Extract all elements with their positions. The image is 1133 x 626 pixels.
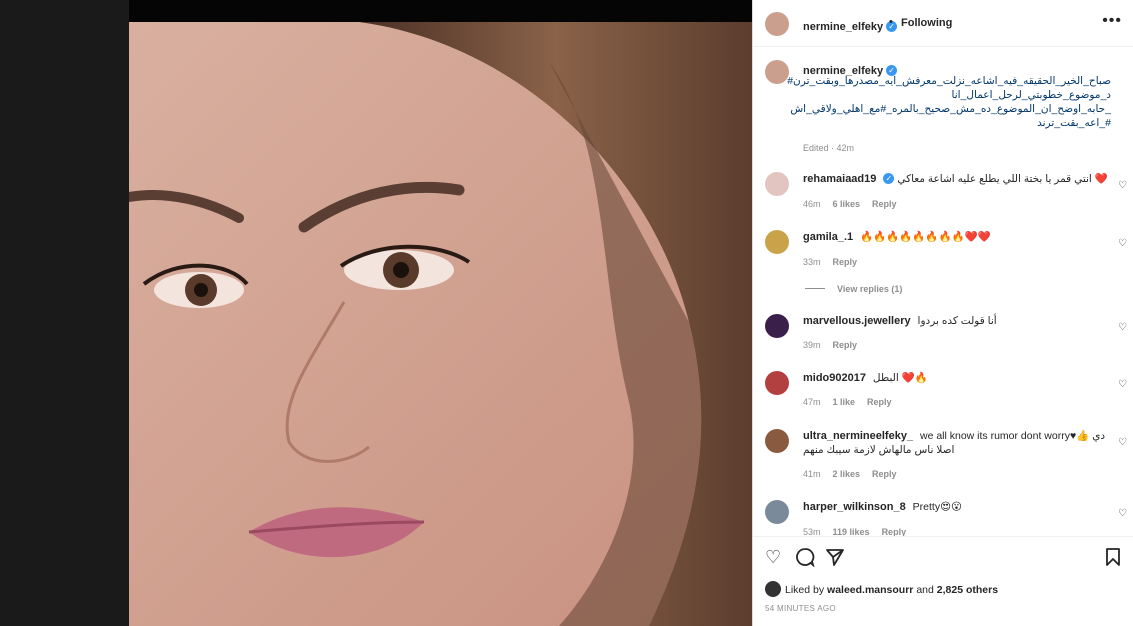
- comment-time: 39m: [803, 340, 821, 350]
- commenter-avatar[interactable]: [765, 230, 789, 254]
- comment-body: marvellous.jewellery أنا قولت كده بردوا: [803, 314, 1108, 328]
- comment-time: 41m: [803, 469, 821, 479]
- author-username-link[interactable]: nermine_elfeky ✓: [803, 17, 898, 35]
- comment-meta: 53m 119 likes Reply: [803, 527, 918, 536]
- comment-likes[interactable]: 6 likes: [833, 199, 861, 209]
- post-image[interactable]: [129, 22, 752, 626]
- comment-body: rehamaiaad19 ✓ انتي قمر يا بختة اللي يطلع…: [803, 172, 1108, 186]
- following-button[interactable]: Following: [901, 17, 952, 29]
- comment-meta: 47m 1 like Reply: [803, 397, 904, 407]
- commenter-avatar[interactable]: [765, 172, 789, 196]
- backdrop: [0, 0, 129, 626]
- comment-row: marvellous.jewellery أنا قولت كده بردوا …: [753, 314, 1133, 370]
- comment-text: البطل ❤️🔥: [872, 372, 928, 384]
- author-username[interactable]: nermine_elfeky: [803, 21, 883, 33]
- comment-time: 47m: [803, 397, 821, 407]
- comment-meta: 41m 2 likes Reply: [803, 469, 909, 479]
- view-replies-label[interactable]: View replies (1): [837, 284, 902, 294]
- post-header: nermine_elfeky ✓ • Following •••: [753, 0, 1133, 47]
- comment-time: 33m: [803, 257, 821, 267]
- comment-icon[interactable]: [795, 547, 815, 572]
- commenter-username[interactable]: marvellous.jewellery: [803, 315, 911, 327]
- heart-icon[interactable]: ♡: [765, 547, 781, 568]
- comment-body: mido902017 البطل ❤️🔥: [803, 371, 1108, 385]
- action-bar: ♡: [753, 536, 1133, 576]
- comment-like-heart-icon[interactable]: ♡: [1118, 508, 1127, 519]
- comment-body: ultra_nermineelfeky_ we all know its rum…: [803, 429, 1108, 457]
- commenter-username[interactable]: ultra_nermineelfeky_: [803, 430, 913, 442]
- more-options-icon[interactable]: •••: [1102, 12, 1122, 30]
- comment-row: gamila_.1 🔥🔥🔥🔥🔥🔥🔥🔥❤️❤️ 33m Reply ♡: [753, 230, 1133, 286]
- commenter-avatar[interactable]: [765, 314, 789, 338]
- reply-button[interactable]: Reply: [833, 340, 858, 350]
- commenter-username[interactable]: harper_wilkinson_8: [803, 501, 906, 513]
- comment-text: 🔥🔥🔥🔥🔥🔥🔥🔥❤️❤️: [860, 231, 991, 243]
- comment-body: harper_wilkinson_8 Pretty😍😮: [803, 500, 1108, 514]
- commenter-username[interactable]: gamila_.1: [803, 231, 853, 243]
- likes-others-link[interactable]: 2,825 others: [937, 584, 998, 596]
- comment-row: mido902017 البطل ❤️🔥 47m 1 like Reply ♡: [753, 371, 1133, 427]
- view-replies-button[interactable]: View replies (1): [805, 284, 902, 294]
- comment-time: 53m: [803, 527, 821, 536]
- comment-meta: 39m Reply: [803, 340, 869, 350]
- comment-like-heart-icon[interactable]: ♡: [1118, 379, 1127, 390]
- comment-like-heart-icon[interactable]: ♡: [1118, 322, 1127, 333]
- comment-likes[interactable]: 1 like: [833, 397, 856, 407]
- caption-meta: Edited · 42m: [803, 143, 855, 153]
- comment-meta: 46m 6 likes Reply: [803, 199, 909, 209]
- comment-body: gamila_.1 🔥🔥🔥🔥🔥🔥🔥🔥❤️❤️: [803, 230, 1108, 244]
- comment-likes[interactable]: 2 likes: [833, 469, 861, 479]
- post-side-panel: nermine_elfeky ✓ • Following ••• nermine_…: [752, 0, 1133, 626]
- post-viewer: nermine_elfeky ✓ • Following ••• nermine_…: [0, 0, 1133, 626]
- commenter-username[interactable]: mido902017: [803, 372, 866, 384]
- commenter-avatar[interactable]: [765, 429, 789, 453]
- reply-button[interactable]: Reply: [872, 199, 897, 209]
- caption-text: صباح_الخير_الحقيقه_فيه_اشاعه_نزلت_معرفش_…: [787, 75, 1111, 129]
- comment-row: ultra_nermineelfeky_ we all know its rum…: [753, 429, 1133, 485]
- liker-username[interactable]: waleed.mansourr: [827, 584, 913, 596]
- comment-like-heart-icon[interactable]: ♡: [1118, 238, 1127, 249]
- reply-button[interactable]: Reply: [833, 257, 858, 267]
- liker-avatar[interactable]: [765, 581, 781, 597]
- comment-text: Pretty😍😮: [912, 501, 962, 513]
- likes-summary: Liked by waleed.mansourr and 2,825 other…: [765, 581, 998, 597]
- paper-plane-icon[interactable]: [825, 547, 845, 572]
- verified-badge-icon: ✓: [883, 173, 895, 184]
- comment-row: rehamaiaad19 ✓ انتي قمر يا بختة اللي يطلع…: [753, 172, 1133, 228]
- commenter-username[interactable]: rehamaiaad19: [803, 173, 876, 185]
- comment-text: انتي قمر يا بختة اللي يطلع عليه اشاعة مع…: [897, 173, 1108, 185]
- likes-prefix: Liked by: [785, 584, 825, 596]
- post-timestamp: 54 MINUTES AGO: [765, 604, 836, 613]
- comment-time: 46m: [803, 199, 821, 209]
- reply-button[interactable]: Reply: [867, 397, 892, 407]
- caption-avatar[interactable]: [765, 60, 789, 84]
- comment-text: أنا قولت كده بردوا: [917, 315, 997, 327]
- comment-row: harper_wilkinson_8 Pretty😍😮 53m 119 likes…: [753, 500, 1133, 536]
- likes-middle: and: [916, 584, 934, 596]
- reply-button[interactable]: Reply: [882, 527, 907, 536]
- commenter-avatar[interactable]: [765, 500, 789, 524]
- author-avatar[interactable]: [765, 12, 789, 36]
- reply-button[interactable]: Reply: [872, 469, 897, 479]
- commenter-avatar[interactable]: [765, 371, 789, 395]
- separator-dot: •: [889, 16, 893, 28]
- comment-like-heart-icon[interactable]: ♡: [1118, 180, 1127, 191]
- comment-likes[interactable]: 119 likes: [833, 527, 870, 536]
- comment-like-heart-icon[interactable]: ♡: [1118, 437, 1127, 448]
- comment-meta: 33m Reply: [803, 257, 869, 267]
- bookmark-icon[interactable]: [1104, 547, 1122, 572]
- portrait-illustration: [129, 22, 752, 626]
